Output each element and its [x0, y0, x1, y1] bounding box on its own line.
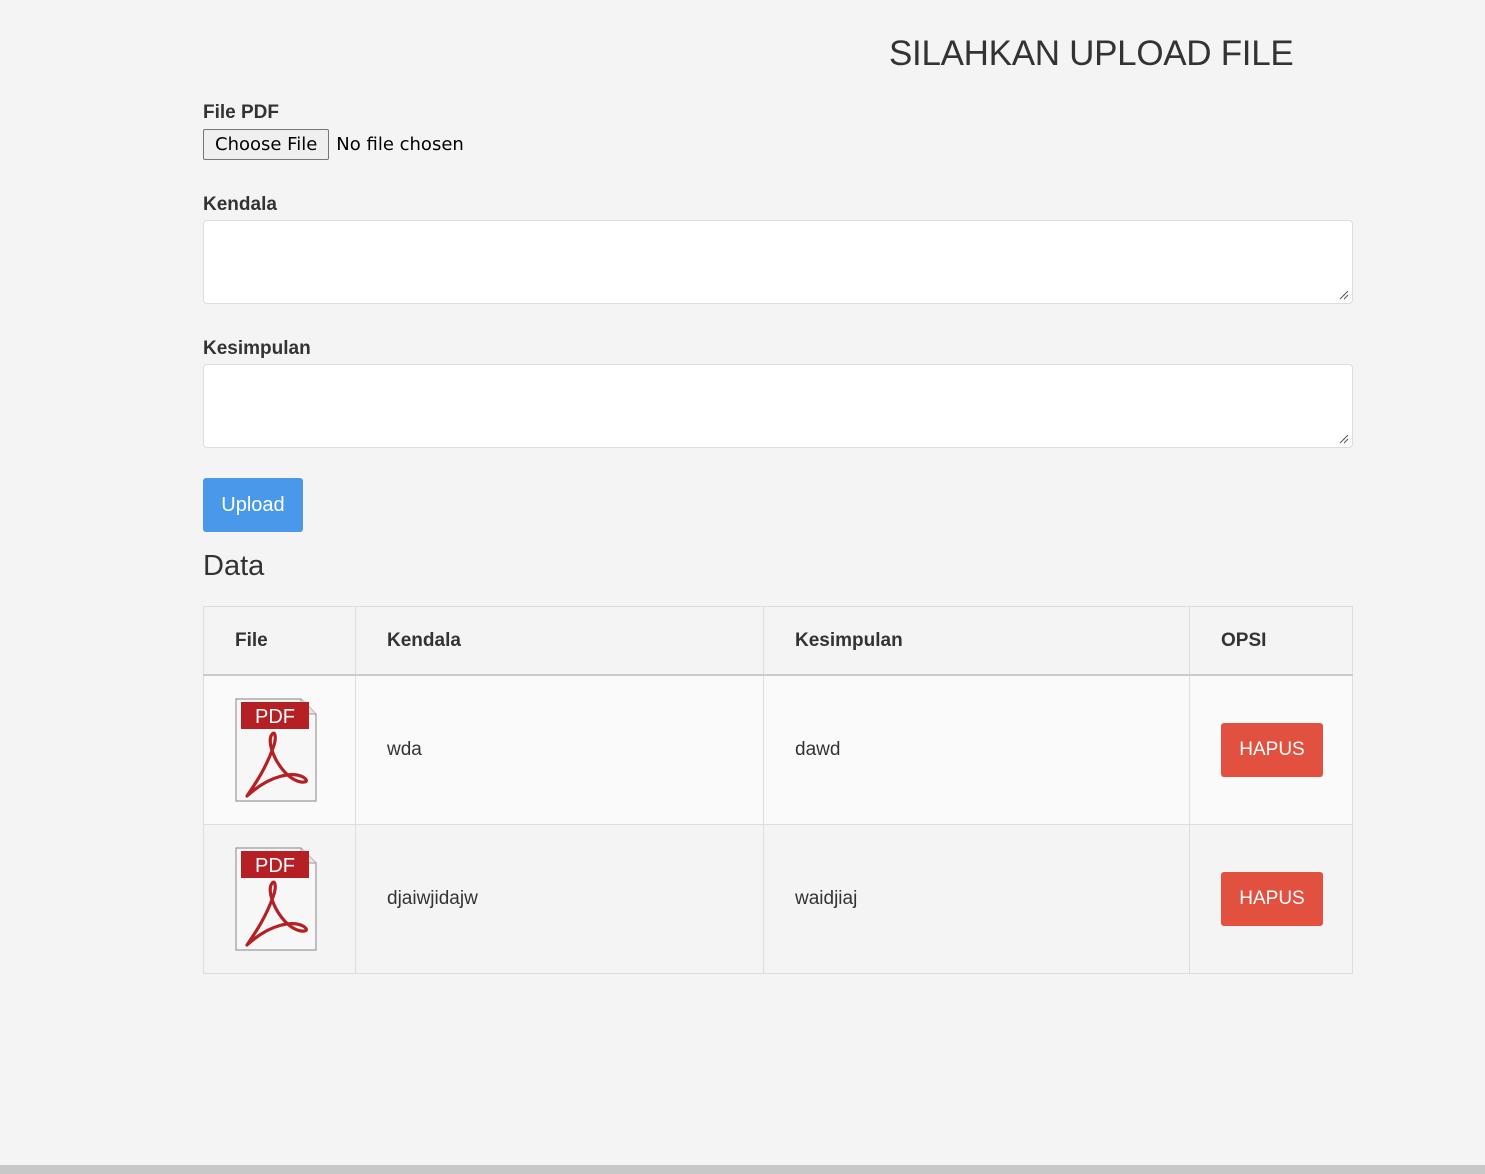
- kendala-label: Kendala: [203, 194, 277, 215]
- kendala-cell: wda: [355, 674, 764, 825]
- pdf-icon-text: PDF: [255, 706, 295, 728]
- table-header-row: File Kendala Kesimpulan OPSI: [203, 606, 1353, 676]
- kendala-cell: djaiwjidajw: [355, 824, 764, 974]
- data-table: File Kendala Kesimpulan OPSI PDF wda daw…: [203, 606, 1353, 974]
- file-pdf-label: File PDF: [203, 102, 280, 123]
- file-cell: PDF: [203, 674, 356, 825]
- choose-file-button[interactable]: Choose File: [203, 129, 330, 160]
- column-header-kesimpulan: Kesimpulan: [763, 606, 1190, 676]
- kesimpulan-textarea[interactable]: [203, 364, 1353, 448]
- kesimpulan-cell: dawd: [763, 674, 1190, 825]
- upload-button[interactable]: Upload: [203, 478, 303, 532]
- file-status-text: No file chosen: [336, 134, 464, 155]
- kesimpulan-cell: waidjiaj: [763, 824, 1190, 974]
- hapus-button[interactable]: HAPUS: [1221, 723, 1323, 777]
- table-row: PDF djaiwjidajw waidjiaj HAPUS: [203, 824, 1353, 974]
- column-header-file: File: [203, 606, 356, 676]
- horizontal-scrollbar[interactable]: [0, 1165, 1485, 1174]
- resize-grip-icon[interactable]: [1339, 434, 1349, 444]
- hapus-button[interactable]: HAPUS: [1221, 872, 1323, 926]
- file-cell: PDF: [203, 824, 356, 974]
- pdf-file-icon[interactable]: PDF: [235, 698, 317, 802]
- pdf-file-icon[interactable]: PDF: [235, 847, 317, 951]
- data-heading: Data: [203, 550, 265, 582]
- resize-grip-icon[interactable]: [1339, 290, 1349, 300]
- table-row: PDF wda dawd HAPUS: [203, 674, 1353, 825]
- column-header-kendala: Kendala: [355, 606, 764, 676]
- file-input[interactable]: Choose File No file chosen: [203, 129, 464, 160]
- kesimpulan-label: Kesimpulan: [203, 338, 311, 359]
- pdf-icon-text: PDF: [255, 855, 295, 877]
- opsi-cell: HAPUS: [1189, 674, 1353, 825]
- column-header-opsi: OPSI: [1189, 606, 1353, 676]
- page-title: SILAHKAN UPLOAD FILE: [889, 34, 1294, 73]
- kendala-textarea[interactable]: [203, 220, 1353, 304]
- opsi-cell: HAPUS: [1189, 824, 1353, 974]
